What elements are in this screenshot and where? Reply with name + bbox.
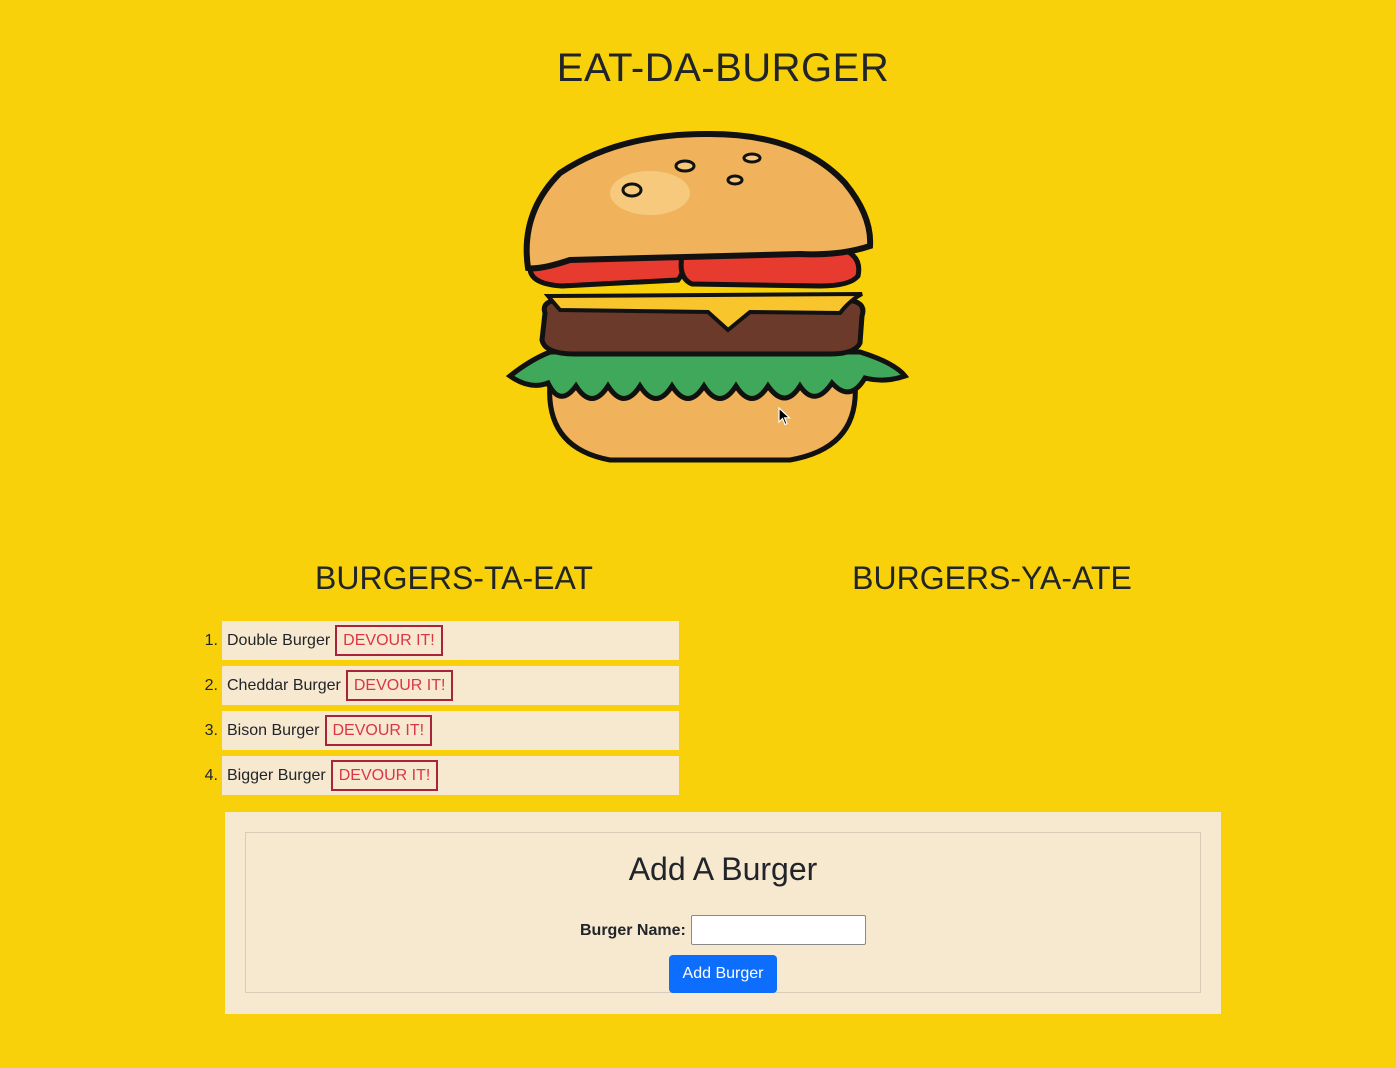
devour-button[interactable]: DEVOUR IT! xyxy=(330,760,439,791)
list-item-number: 2. xyxy=(204,676,218,694)
devour-button[interactable]: DEVOUR IT! xyxy=(324,715,433,746)
burger-name: Double Burger xyxy=(227,631,331,649)
burger-name-input[interactable] xyxy=(691,915,866,945)
devour-button[interactable]: DEVOUR IT! xyxy=(335,625,443,656)
burger-illustration xyxy=(505,130,910,463)
devour-button[interactable]: DEVOUR IT! xyxy=(345,670,454,701)
burger-list-item: 2. Cheddar Burger DEVOUR IT! xyxy=(205,666,679,705)
burger-name-label: Burger Name: xyxy=(580,922,686,939)
to-eat-list: 1. Double Burger DEVOUR IT! 2. Cheddar B… xyxy=(205,621,679,801)
mouse-cursor-icon xyxy=(778,407,792,426)
burger-list-item: 4. Bigger Burger DEVOUR IT! xyxy=(205,756,679,795)
list-item-number: 1. xyxy=(204,631,218,649)
burger-name: Bigger Burger xyxy=(227,766,326,784)
to-eat-heading: BURGERS-TA-EAT xyxy=(315,560,593,596)
burger-list-item: 1. Double Burger DEVOUR IT! xyxy=(205,621,679,660)
add-burger-title: Add A Burger xyxy=(628,851,818,887)
burger-list-item: 3. Bison Burger DEVOUR IT! xyxy=(205,711,679,750)
list-item-number: 4. xyxy=(204,766,218,784)
app-title: EAT-DA-BURGER xyxy=(556,46,890,90)
add-burger-panel: Add A Burger Burger Name: Add Burger xyxy=(225,812,1221,1014)
burger-name: Cheddar Burger xyxy=(227,676,341,694)
add-burger-form: Add A Burger Burger Name: Add Burger xyxy=(245,832,1201,993)
eaten-heading: BURGERS-YA-ATE xyxy=(852,560,1132,596)
burger-name: Bison Burger xyxy=(227,721,320,739)
list-item-number: 3. xyxy=(204,721,218,739)
add-burger-button[interactable]: Add Burger xyxy=(669,955,777,993)
